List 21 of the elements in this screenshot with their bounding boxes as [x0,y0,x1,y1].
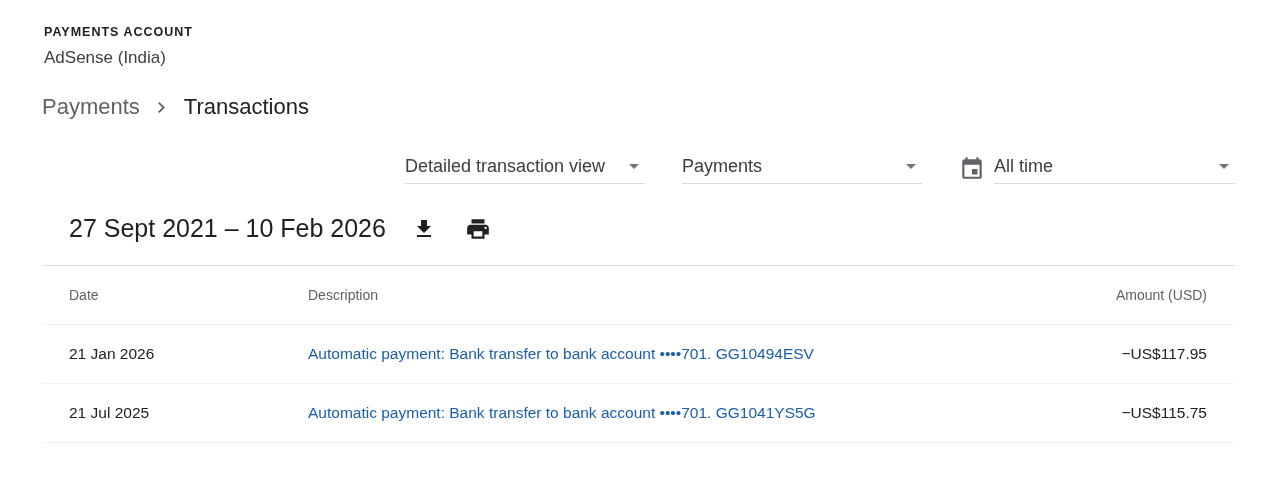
date-range-title: 27 Sept 2021 – 10 Feb 2026 [69,214,386,243]
caret-icon [906,164,916,169]
table-cell-text: 21 Jul 2025 [69,404,151,422]
dropdown[interactable]: All time [994,152,1235,184]
caret-icon [629,164,639,169]
column-header: Description [308,287,380,303]
chevron-icon [157,101,165,113]
calendar-icon [959,155,985,181]
table-cell-text: 21 Jan 2026 [69,345,156,363]
table-cell-text: −US$115.75 [1120,404,1207,422]
dropdown[interactable]: Detailed transaction view [405,152,645,184]
column-header: Date [69,287,100,303]
description-link[interactable]: Automatic payment: Bank transfer to bank account ••••701. GG10494ESV [308,345,814,362]
caret-icon [1219,164,1229,169]
account-label: PAYMENTS ACCOUNT [44,25,193,39]
dropdown[interactable]: Payments [682,152,922,184]
table-cell-text: −US$117.95 [1120,345,1207,363]
account-name: AdSense (India) [44,48,166,68]
column-header: Amount (USD) [1114,287,1207,303]
description-link[interactable]: Automatic payment: Bank transfer to bank account ••••701. GG1041YS5G [308,404,816,421]
breadcrumb-link[interactable]: Payments [42,94,140,120]
